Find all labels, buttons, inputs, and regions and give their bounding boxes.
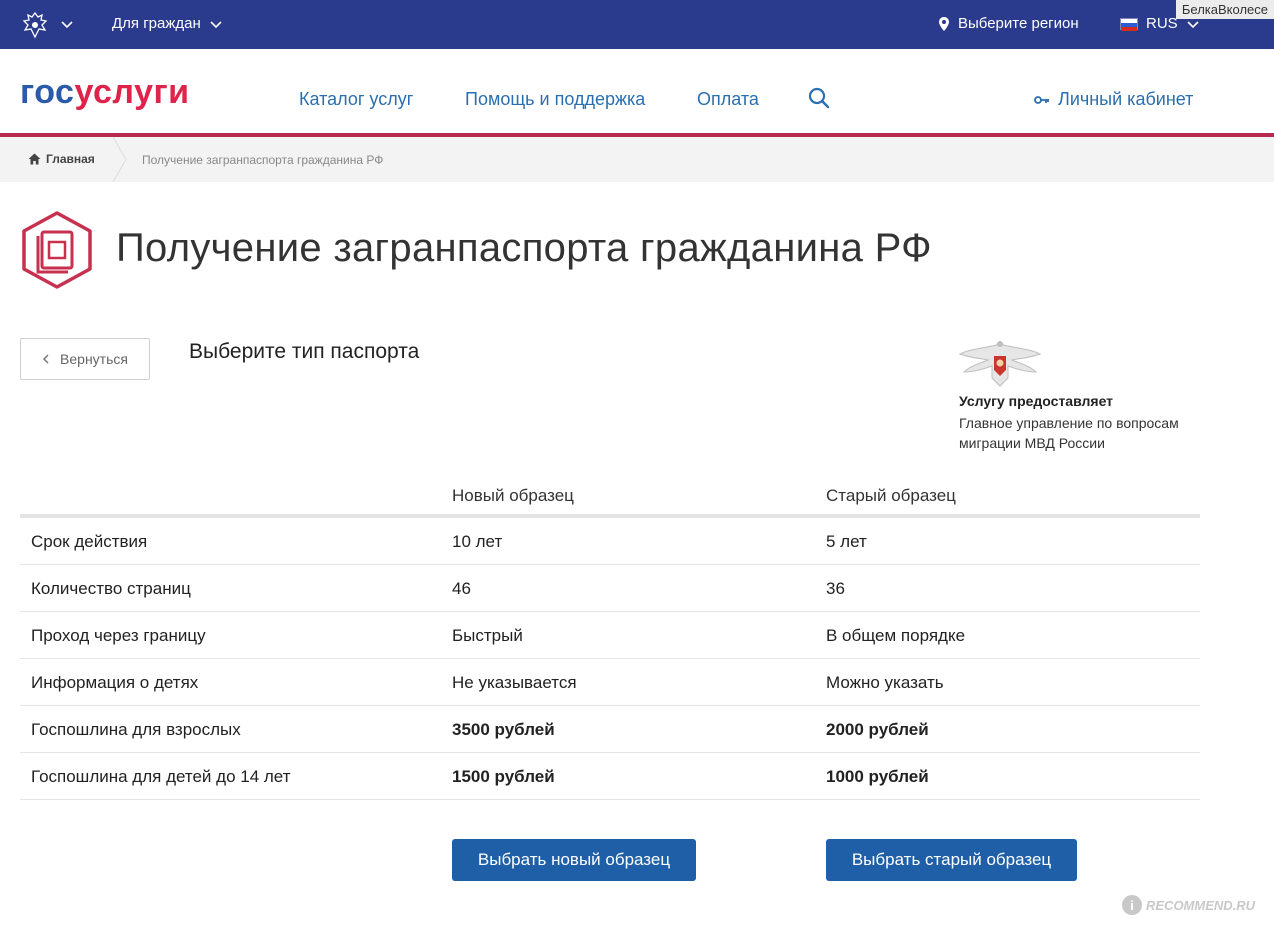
table-row: Срок действия 10 лет 5 лет	[20, 518, 1200, 565]
header-old-sample: Старый образец	[826, 486, 956, 505]
row-label: Информация о детях	[31, 673, 199, 692]
personal-cabinet-link[interactable]: Личный кабинет	[1034, 89, 1193, 110]
row-value-new: Не указывается	[452, 673, 577, 692]
table-row: Госпошлина для детей до 14 лет 1500 рубл…	[20, 753, 1200, 800]
row-label: Проход через границу	[31, 626, 206, 645]
passport-icon	[22, 211, 92, 289]
choose-old-sample-button[interactable]: Выбрать старый образец	[826, 839, 1077, 881]
row-value-new: 3500 рублей	[452, 720, 555, 739]
location-pin-icon	[939, 16, 949, 31]
choose-new-sample-button[interactable]: Выбрать новый образец	[452, 839, 696, 881]
region-selector[interactable]: Выберите регион	[938, 15, 1079, 32]
row-value-old: Можно указать	[826, 673, 944, 692]
recommend-watermark: i RECOMMEND.RU	[1122, 895, 1255, 915]
breadcrumb-home-label: Главная	[46, 152, 95, 166]
citizens-label: Для граждан	[112, 15, 201, 32]
row-value-old: 1000 рублей	[826, 767, 929, 786]
language-label: RUS	[1146, 15, 1178, 32]
back-button[interactable]: Вернуться	[20, 338, 150, 380]
breadcrumb-current: Получение загранпаспорта гражданина РФ	[142, 153, 384, 167]
key-icon	[1034, 95, 1049, 104]
table-row: Проход через границу Быстрый В общем пор…	[20, 612, 1200, 659]
search-icon[interactable]	[808, 87, 830, 109]
row-label: Количество страниц	[31, 579, 191, 598]
breadcrumb-home[interactable]: Главная	[28, 152, 95, 166]
row-value-old: 5 лет	[826, 532, 867, 551]
gosuslugi-logo[interactable]: госуслуги	[20, 73, 190, 112]
personal-cabinet-label: Личный кабинет	[1058, 89, 1194, 109]
nav-help-link[interactable]: Помощь и поддержка	[465, 89, 645, 110]
table-row: Количество страниц 46 36	[20, 565, 1200, 612]
choose-passport-type-title: Выберите тип паспорта	[189, 340, 420, 363]
chevron-down-icon[interactable]	[60, 17, 74, 31]
row-value-old: 2000 рублей	[826, 720, 929, 739]
passport-comparison-table: Новый образец Старый образец Срок действ…	[20, 474, 1200, 800]
logo-part-uslugi: услуги	[74, 73, 190, 111]
recommend-watermark-label: RECOMMEND.RU	[1146, 897, 1256, 913]
row-value-new: 46	[452, 579, 471, 598]
provider-name: Главное управление по вопросам миграции …	[959, 415, 1179, 451]
table-row: Госпошлина для взрослых 3500 рублей 2000…	[20, 706, 1200, 753]
watermark-label: БелкаВколесе	[1175, 0, 1274, 19]
row-value-old: В общем порядке	[826, 626, 966, 645]
emblem-icon[interactable]	[20, 10, 50, 40]
logo-part-gos: гос	[20, 73, 75, 111]
citizens-dropdown[interactable]: Для граждан	[112, 15, 223, 32]
page-title: Получение загранпаспорта гражданина РФ	[116, 226, 932, 270]
row-value-new: 1500 рублей	[452, 767, 555, 786]
row-value-old: 36	[826, 579, 845, 598]
main-header: госуслуги Каталог услуг Помощь и поддерж…	[0, 49, 1274, 137]
row-value-new: 10 лет	[452, 532, 503, 551]
breadcrumb: Главная Получение загранпаспорта граждан…	[0, 137, 1274, 182]
chevron-left-icon	[42, 354, 49, 364]
chevron-down-icon	[210, 20, 222, 28]
table-header: Новый образец Старый образец	[20, 474, 1200, 518]
nav-payment-link[interactable]: Оплата	[697, 89, 759, 110]
row-label: Госпошлина для детей до 14 лет	[31, 767, 291, 786]
home-icon	[28, 153, 41, 165]
flag-icon	[1120, 17, 1138, 31]
row-value-new: Быстрый	[452, 626, 523, 645]
header-new-sample: Новый образец	[452, 486, 574, 505]
row-label: Госпошлина для взрослых	[31, 720, 241, 739]
table-row: Информация о детях Не указывается Можно …	[20, 659, 1200, 706]
mvd-emblem-icon	[958, 341, 1042, 387]
recommend-logo-icon: i	[1122, 895, 1142, 915]
region-label: Выберите регион	[958, 15, 1079, 32]
back-button-label: Вернуться	[60, 351, 128, 367]
top-bar: Для граждан Выберите регион RUS БелкаВко…	[0, 0, 1274, 49]
breadcrumb-separator	[112, 137, 127, 182]
row-label: Срок действия	[31, 532, 148, 551]
nav-catalog-link[interactable]: Каталог услуг	[299, 89, 413, 110]
provider-label: Услугу предоставляет	[959, 393, 1114, 409]
